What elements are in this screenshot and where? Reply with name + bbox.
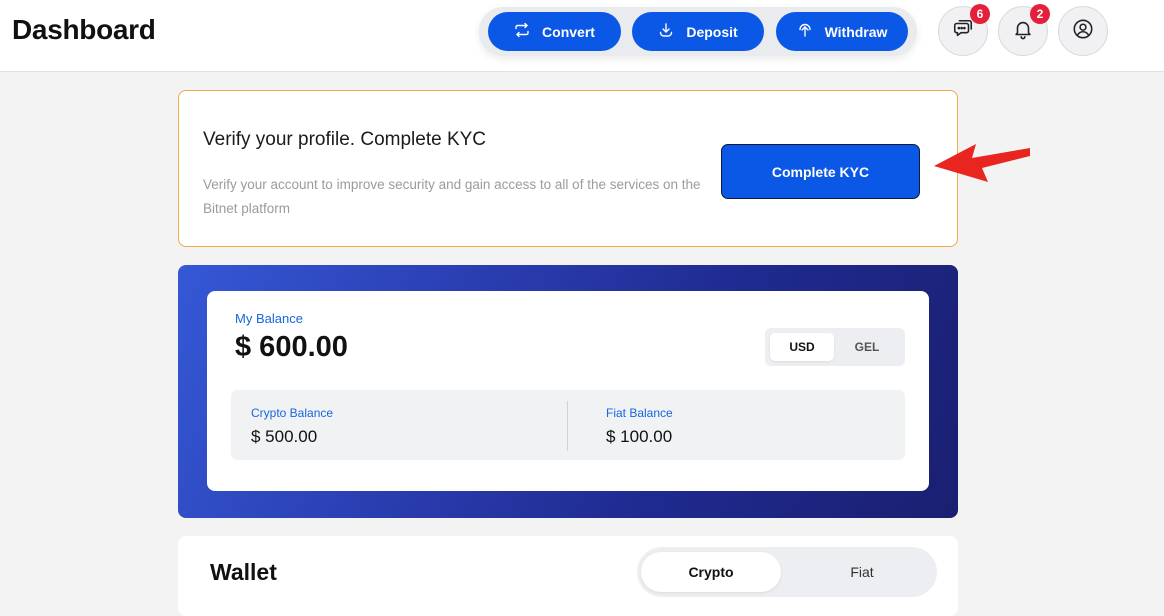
top-header: Dashboard Convert Deposit Withdraw 6 2 [0, 0, 1164, 72]
kyc-description: Verify your account to improve security … [203, 177, 701, 216]
balance-card: My Balance $ 600.00 USD GEL Crypto Balan… [207, 291, 929, 491]
page-title: Dashboard [12, 14, 156, 45]
notifications-button[interactable]: 2 [998, 4, 1050, 56]
kyc-card: Verify your profile. Complete KYC Verify… [178, 90, 958, 247]
action-button-group: Convert Deposit Withdraw [479, 7, 917, 56]
bell-icon [1012, 18, 1034, 45]
crypto-balance-label: Crypto Balance [251, 406, 334, 420]
kyc-title: Verify your profile. Complete KYC [203, 129, 487, 150]
crypto-balance-value: $ 500.00 [251, 427, 318, 446]
notifications-badge: 2 [1030, 4, 1050, 24]
withdraw-button[interactable]: Withdraw [776, 12, 908, 51]
currency-toggle: USD GEL [765, 328, 905, 366]
divider [567, 401, 568, 451]
deposit-button[interactable]: Deposit [632, 12, 764, 51]
sub-balances: Crypto Balance $ 500.00 Fiat Balance $ 1… [231, 390, 905, 460]
download-icon [658, 22, 674, 41]
upload-icon [797, 22, 813, 41]
balance-label: My Balance [235, 311, 303, 326]
annotation-arrow-icon [934, 144, 1030, 182]
messages-badge: 6 [970, 4, 990, 24]
deposit-label: Deposit [686, 23, 738, 40]
convert-button[interactable]: Convert [488, 12, 621, 51]
complete-kyc-button[interactable]: Complete KYC [721, 144, 920, 199]
currency-gel-option[interactable]: GEL [835, 333, 899, 361]
currency-usd-option[interactable]: USD [770, 333, 834, 361]
balance-panel: My Balance $ 600.00 USD GEL Crypto Balan… [178, 265, 958, 518]
fiat-balance-label: Fiat Balance [606, 406, 673, 420]
wallet-tabs: Crypto Fiat [637, 547, 937, 597]
convert-label: Convert [542, 23, 595, 40]
convert-icon [514, 22, 530, 41]
tab-fiat[interactable]: Fiat [792, 552, 932, 592]
profile-button[interactable] [1058, 6, 1108, 56]
messages-button[interactable]: 6 [938, 4, 990, 56]
fiat-balance-value: $ 100.00 [606, 427, 673, 446]
wallet-title: Wallet [210, 559, 277, 585]
user-icon [1072, 18, 1094, 45]
tab-crypto[interactable]: Crypto [641, 552, 781, 592]
balance-amount: $ 600.00 [235, 331, 348, 363]
wallet-card: Wallet Crypto Fiat [178, 536, 958, 616]
withdraw-label: Withdraw [824, 23, 888, 40]
chat-icon [952, 18, 974, 45]
